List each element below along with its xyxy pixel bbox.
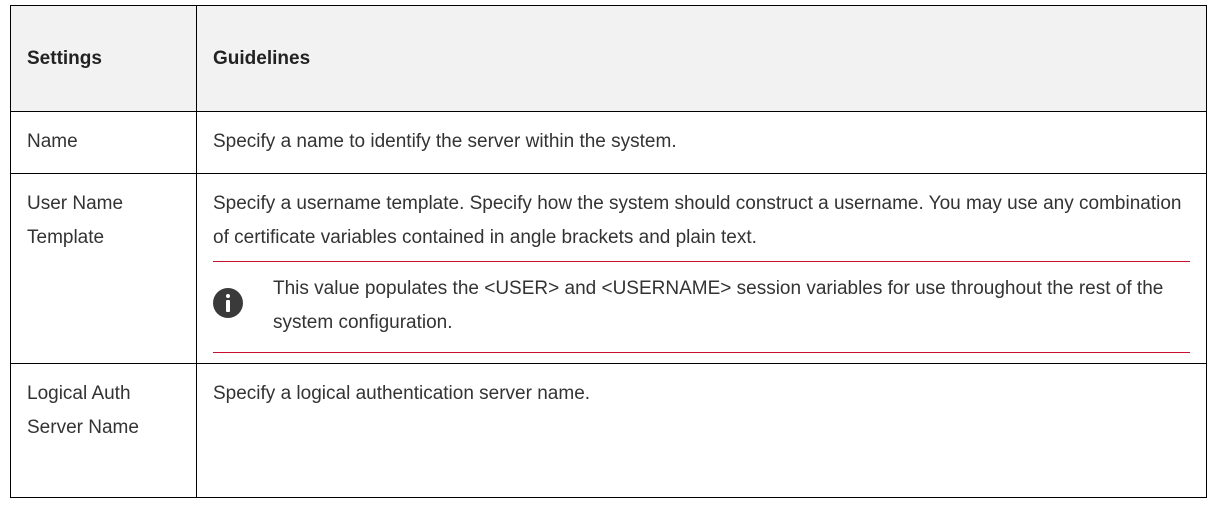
guidelines-column-header: Guidelines: [196, 5, 1207, 112]
guideline-cell-logical-auth-server-name: Specify a logical authentication server …: [196, 363, 1207, 498]
guideline-cell-name: Specify a name to identify the server wi…: [196, 111, 1207, 174]
info-icon: [213, 288, 243, 318]
settings-column-header: Settings: [10, 5, 197, 112]
table-row: Name Specify a name to identify the serv…: [10, 111, 1207, 174]
table-row: Logical Auth Server Name Specify a logic…: [10, 363, 1207, 498]
table-row: User Name Template Specify a username te…: [10, 173, 1207, 364]
note-block: This value populates the <USER> and <USE…: [213, 261, 1190, 353]
setting-cell-logical-auth-server-name: Logical Auth Server Name: [10, 363, 197, 498]
table-body: Name Specify a name to identify the serv…: [10, 111, 1207, 498]
guideline-text: Specify a username template. Specify how…: [213, 193, 1182, 248]
table-header: Settings Guidelines: [10, 5, 1207, 112]
guideline-text: Specify a name to identify the server wi…: [213, 131, 677, 152]
note-text: This value populates the <USER> and <USE…: [273, 278, 1164, 333]
header-row: Settings Guidelines: [10, 5, 1207, 112]
settings-guidelines-table: Settings Guidelines Name Specify a name …: [10, 5, 1207, 498]
setting-cell-user-name-template: User Name Template: [10, 173, 197, 364]
setting-cell-name: Name: [10, 111, 197, 174]
guideline-cell-user-name-template: Specify a username template. Specify how…: [196, 173, 1207, 364]
guideline-text: Specify a logical authentication server …: [213, 383, 591, 404]
